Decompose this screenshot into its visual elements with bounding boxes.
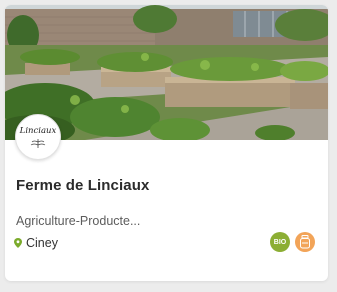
- logo-text: Linciaux: [19, 126, 57, 137]
- bio-label-icon: BIO: [270, 232, 290, 252]
- producer-logo: Linciaux: [15, 114, 61, 160]
- producer-card[interactable]: Linciaux Ferme de Linciaux Agriculture-P…: [5, 5, 328, 281]
- location-city: Ciney: [26, 236, 58, 250]
- producer-category: Agriculture-Producte...: [16, 214, 141, 228]
- producer-location: Ciney: [14, 236, 58, 250]
- logo-sprig-icon: [30, 138, 46, 148]
- bio-badge-text: BIO: [273, 238, 287, 246]
- label-badges: BIO: [270, 232, 320, 252]
- producer-name[interactable]: Ferme de Linciaux: [16, 177, 149, 194]
- jar-glyph: [300, 235, 310, 249]
- jar-product-icon: [295, 232, 315, 252]
- location-pin-icon: [14, 238, 22, 248]
